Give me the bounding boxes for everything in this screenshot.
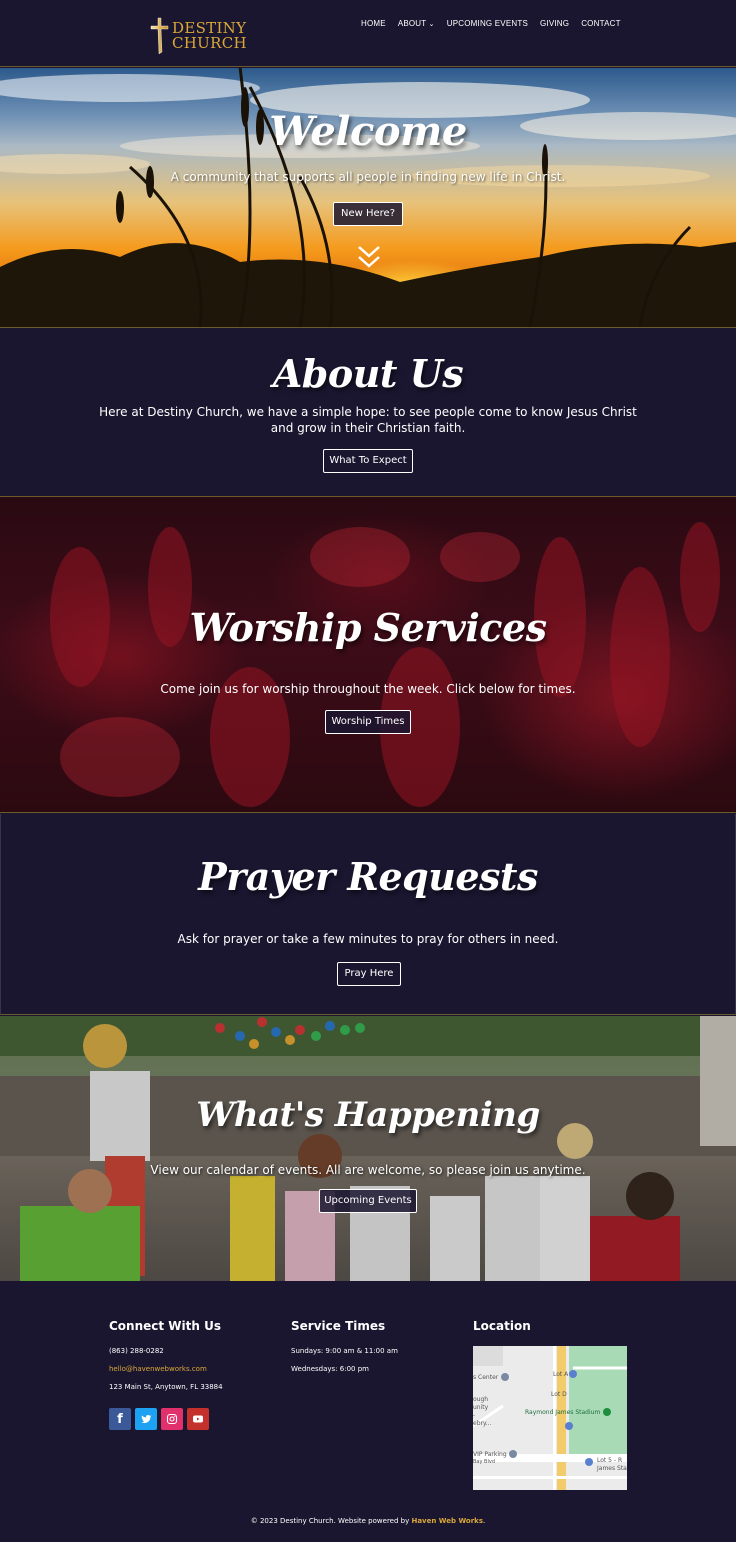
happening-text: View our calendar of events. All are wel… (150, 1163, 586, 1177)
footer-email-link[interactable]: hello@havenwebworks.com (109, 1365, 207, 1373)
pray-here-button[interactable]: Pray Here (337, 962, 401, 986)
site-footer: Connect With Us (863) 288-0282 hello@hav… (0, 1281, 736, 1542)
hero-section: Welcome A community that supports all pe… (0, 68, 736, 328)
new-here-button[interactable]: New Here? (333, 202, 403, 226)
main-nav: HOME ABOUT ⌄ UPCOMING EVENTS GIVING CONT… (361, 19, 621, 28)
location-title: Location (473, 1319, 531, 1333)
what-to-expect-button[interactable]: What To Expect (323, 449, 413, 473)
worship-text: Come join us for worship throughout the … (160, 682, 576, 696)
haven-web-works-link[interactable]: Haven Web Works (411, 1517, 483, 1525)
logo-line-2: CHURCH (172, 34, 247, 52)
youtube-icon[interactable] (187, 1408, 209, 1430)
nav-contact[interactable]: CONTACT (581, 19, 620, 28)
happening-children-photo (0, 1016, 736, 1281)
worship-section: Worship Services Come join us for worshi… (0, 497, 736, 813)
twitter-icon[interactable] (135, 1408, 157, 1430)
site-logo[interactable]: DESTINY CHURCH (150, 16, 260, 56)
cross-icon (150, 17, 169, 55)
nav-about-label: ABOUT (397, 19, 427, 28)
map-label-james: James Sta (597, 1465, 627, 1472)
map-label-unity: unity (473, 1404, 489, 1411)
prayer-section: Prayer Requests Ask for prayer or take a… (0, 814, 736, 1015)
copyright: © 2023 Destiny Church. Website powered b… (0, 1517, 736, 1525)
facebook-icon[interactable]: f (109, 1408, 131, 1430)
worship-title: Worship Services (189, 605, 547, 650)
chevron-down-icon: ⌄ (428, 21, 435, 28)
copyright-text: © 2023 Destiny Church. Website powered b… (250, 1517, 412, 1525)
nav-giving[interactable]: GIVING (540, 19, 569, 28)
happening-section: What's Happening View our calendar of ev… (0, 1016, 736, 1281)
about-text-line-2: and grow in their Christian faith. (270, 421, 466, 435)
double-chevron-down-icon[interactable] (356, 244, 382, 270)
nav-upcoming-events[interactable]: UPCOMING EVENTS (447, 19, 528, 28)
map-label-ough: ough (473, 1396, 489, 1403)
happening-title: What's Happening (196, 1095, 540, 1135)
about-section: About Us Here at Destiny Church, we have… (0, 329, 736, 497)
map-label-lot-5: Lot 5 - R (597, 1457, 623, 1464)
upcoming-events-button[interactable]: Upcoming Events (319, 1189, 417, 1213)
map-label-stadium: Raymond James Stadium (525, 1409, 601, 1416)
nav-home[interactable]: HOME (361, 19, 386, 28)
site-header: DESTINY CHURCH HOME ABOUT ⌄ UPCOMING EVE… (0, 0, 736, 67)
footer-address: 123 Main St, Anytown, FL 33884 (109, 1383, 223, 1391)
footer-phone[interactable]: (863) 288-0282 (109, 1347, 164, 1355)
service-times-title: Service Times (291, 1319, 386, 1333)
map-label-ebry: ebry... (473, 1420, 492, 1427)
worship-times-button[interactable]: Worship Times (325, 710, 411, 734)
map-label-dash: - (473, 1412, 476, 1419)
hero-title: Welcome (269, 108, 467, 155)
map-label-vip-parking: VIP Parking (473, 1451, 507, 1458)
service-sundays: Sundays: 9:00 am & 11:00 am (291, 1347, 398, 1355)
map-label-center: s Center (473, 1374, 499, 1381)
map-label-bay-blvd: Bay Blvd (473, 1459, 495, 1465)
about-title: About Us (272, 351, 464, 396)
worship-hands-background (50, 522, 720, 807)
instagram-icon[interactable] (161, 1408, 183, 1430)
hero-grass-silhouette (0, 68, 736, 327)
connect-title: Connect With Us (109, 1319, 221, 1333)
service-wednesdays: Wednesdays: 6:00 pm (291, 1365, 369, 1373)
map-label-lot-d: Lot D (551, 1391, 567, 1398)
prayer-text: Ask for prayer or take a few minutes to … (177, 932, 559, 946)
prayer-title: Prayer Requests (198, 854, 538, 899)
map-label-lot-a: Lot A (553, 1371, 569, 1378)
hero-subtitle: A community that supports all people in … (170, 170, 566, 184)
location-map[interactable]: s Center Lot A ough unity - ebry... Lot … (473, 1346, 627, 1490)
nav-about[interactable]: ABOUT ⌄ (398, 19, 435, 28)
about-text-line-1: Here at Destiny Church, we have a simple… (99, 405, 637, 419)
copyright-suffix: . (483, 1517, 486, 1525)
